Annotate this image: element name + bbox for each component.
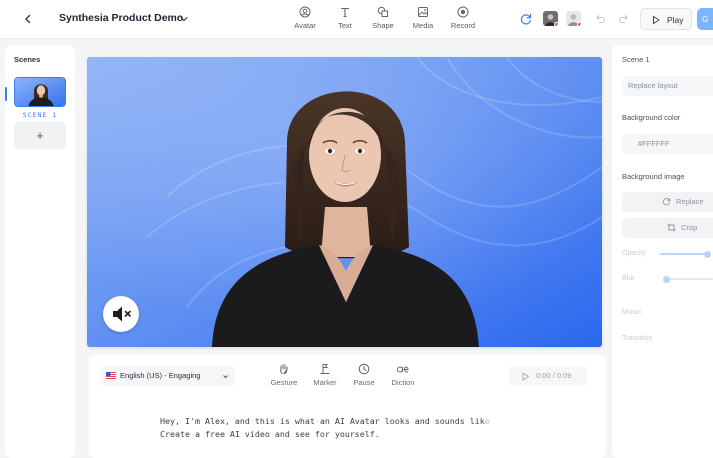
- pause-label: Pause: [353, 378, 375, 387]
- record-tool-label: Record: [450, 21, 476, 30]
- gesture-label: Gesture: [270, 378, 298, 387]
- replace-layout-button[interactable]: Replace layout: [622, 76, 713, 96]
- refresh-icon: [662, 198, 671, 206]
- add-scene-button[interactable]: +: [14, 122, 66, 149]
- opacity-slider-fill: [660, 253, 706, 255]
- script-line-1: Hey, I'm Alex, and this is what an AI Av…: [160, 416, 485, 426]
- language-selector[interactable]: English (US) - Engaging: [100, 366, 235, 386]
- record-tool-button[interactable]: Record: [448, 6, 478, 34]
- blur-label: Blur: [622, 275, 635, 282]
- record-icon: [457, 6, 469, 18]
- sync-icon[interactable]: [519, 12, 533, 26]
- replace-image-button[interactable]: Replace: [622, 192, 713, 212]
- play-label: Play: [667, 15, 684, 25]
- speaker-muted-icon: [113, 306, 131, 322]
- script-line-2: Create a free AI video and see for yours…: [160, 429, 380, 439]
- text-tool-label: Text: [338, 21, 352, 30]
- transition-label: Transition: [622, 335, 653, 342]
- collaborator-avatar[interactable]: [543, 11, 558, 26]
- scene-title: Scene 1: [622, 55, 650, 64]
- chevron-down-icon[interactable]: [178, 13, 190, 25]
- background-image-label: Background image: [622, 172, 685, 181]
- script-editor[interactable]: Hey, I'm Alex, and this is what an AI Av…: [160, 415, 600, 441]
- project-title[interactable]: Synthesia Product Demo: [59, 12, 183, 24]
- top-toolbar: Synthesia Product Demo Avatar Text Shape…: [0, 0, 713, 39]
- media-icon: [418, 7, 428, 17]
- marker-button[interactable]: Marker: [310, 363, 340, 387]
- us-flag-icon: [106, 372, 116, 379]
- pause-button[interactable]: Pause: [350, 363, 378, 387]
- video-canvas[interactable]: [87, 57, 602, 347]
- shape-tool-button[interactable]: Shape: [370, 6, 396, 34]
- scenes-panel: Scenes SCENE 1 +: [5, 45, 75, 458]
- crop-label: Crop: [681, 223, 698, 232]
- notification-dot: [554, 22, 558, 26]
- properties-panel: Scene 1 Replace layout Background color …: [612, 45, 713, 458]
- play-icon: [522, 372, 529, 381]
- blur-slider-track: [663, 278, 713, 280]
- play-button[interactable]: Play: [640, 8, 692, 30]
- shape-icon: [377, 6, 388, 17]
- undo-icon[interactable]: [593, 12, 607, 26]
- text-tool-button[interactable]: Text: [334, 6, 356, 34]
- scene-label: SCENE 1: [22, 111, 58, 119]
- user-avatar[interactable]: [566, 11, 581, 26]
- shape-tool-label: Shape: [372, 21, 394, 30]
- crop-icon: [667, 223, 676, 232]
- media-tool-label: Media: [412, 21, 434, 30]
- gesture-button[interactable]: Gesture: [269, 363, 299, 387]
- script-duration: 0:00 / 0:09: [536, 371, 572, 380]
- background-color-field[interactable]: #FFFFFF: [622, 134, 713, 154]
- avatar-icon: [299, 6, 311, 18]
- notification-dot: [577, 22, 581, 26]
- chevron-down-icon: [223, 375, 228, 379]
- avatar-tool-button[interactable]: Avatar: [291, 6, 319, 34]
- diction-icon: [397, 366, 409, 373]
- crop-image-button[interactable]: Crop: [622, 218, 713, 238]
- diction-button[interactable]: Diction: [387, 363, 419, 387]
- pause-clock-icon: [358, 363, 370, 375]
- scenes-title: Scenes: [14, 55, 41, 64]
- replace-label: Replace: [676, 197, 704, 206]
- scene-thumbnail[interactable]: [14, 77, 66, 107]
- text-icon: [341, 7, 349, 18]
- active-scene-indicator: [5, 87, 7, 101]
- gesture-icon: [280, 364, 288, 375]
- opacity-label: Opacity: [622, 250, 646, 257]
- play-icon: [653, 16, 660, 24]
- marker-icon: [320, 364, 330, 374]
- avatar-tool-label: Avatar: [294, 21, 316, 30]
- marker-label: Marker: [313, 378, 337, 387]
- language-label: English (US) - Engaging: [120, 371, 201, 380]
- diction-label: Diction: [391, 378, 415, 387]
- mute-button[interactable]: [103, 296, 139, 332]
- back-arrow-icon[interactable]: [20, 10, 36, 28]
- avatar-video-frame: [87, 57, 602, 347]
- generate-button[interactable]: G: [697, 8, 713, 30]
- script-preview-button[interactable]: 0:00 / 0:09: [509, 366, 587, 386]
- background-color-label: Background color: [622, 113, 681, 122]
- redo-icon[interactable]: [617, 12, 631, 26]
- script-panel: English (US) - Engaging Gesture Marker P…: [89, 355, 606, 458]
- media-tool-button[interactable]: Media: [410, 6, 436, 34]
- script-line-1-faded: e: [484, 416, 490, 426]
- blur-slider[interactable]: [663, 275, 670, 283]
- music-label: Music: [622, 307, 642, 316]
- opacity-slider[interactable]: [704, 250, 711, 258]
